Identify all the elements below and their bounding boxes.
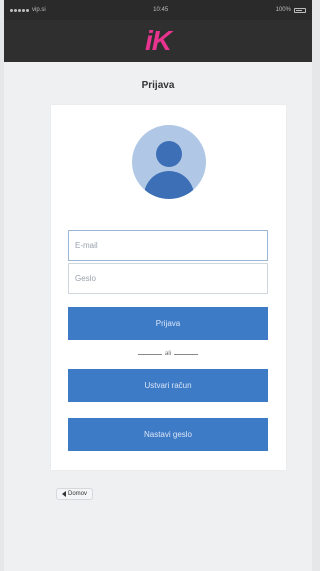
- register-button[interactable]: Ustvari račun: [68, 369, 268, 402]
- carrier-name: vip.si: [32, 7, 46, 13]
- avatar-head: [156, 141, 182, 167]
- email-placeholder: E-mail: [75, 241, 98, 250]
- password-placeholder: Geslo: [75, 274, 96, 283]
- status-right: 100%: [276, 7, 306, 13]
- or-divider: ali: [138, 350, 199, 358]
- user-avatar-icon: [132, 125, 206, 199]
- email-input[interactable]: E-mail: [68, 230, 268, 261]
- avatar-body: [144, 171, 194, 199]
- back-button[interactable]: Domov: [56, 488, 94, 500]
- forgot-password-label: Nastavi geslo: [143, 430, 193, 439]
- login-card: E-mail Geslo Prijava ali Ustvari račun N…: [51, 105, 286, 470]
- password-input[interactable]: Geslo: [68, 263, 268, 294]
- divider-line-right: [174, 353, 199, 355]
- page-title: Prijava: [141, 80, 175, 91]
- divider-text: ali: [165, 351, 172, 357]
- back-button-label: Domov: [68, 491, 88, 497]
- status-bar: vip.si 10:45 100%: [4, 0, 312, 20]
- forgot-password-button[interactable]: Nastavi geslo: [68, 418, 268, 451]
- battery-percent: 100%: [275, 7, 291, 13]
- status-left: vip.si: [10, 7, 46, 13]
- app-header: iK: [4, 20, 312, 62]
- login-button-label: Prijava: [155, 319, 181, 328]
- signal-icon: [10, 8, 29, 12]
- phone-screen: vip.si 10:45 100% iK Prijava E-mail Gesl…: [4, 0, 312, 571]
- register-button-label: Ustvari račun: [144, 381, 192, 390]
- battery-icon: [293, 7, 306, 13]
- back-arrow-icon: [62, 491, 66, 497]
- app-logo: iK: [145, 25, 172, 56]
- divider-line-left: [138, 353, 162, 355]
- status-time: 10:45: [153, 7, 169, 13]
- login-button[interactable]: Prijava: [68, 307, 268, 340]
